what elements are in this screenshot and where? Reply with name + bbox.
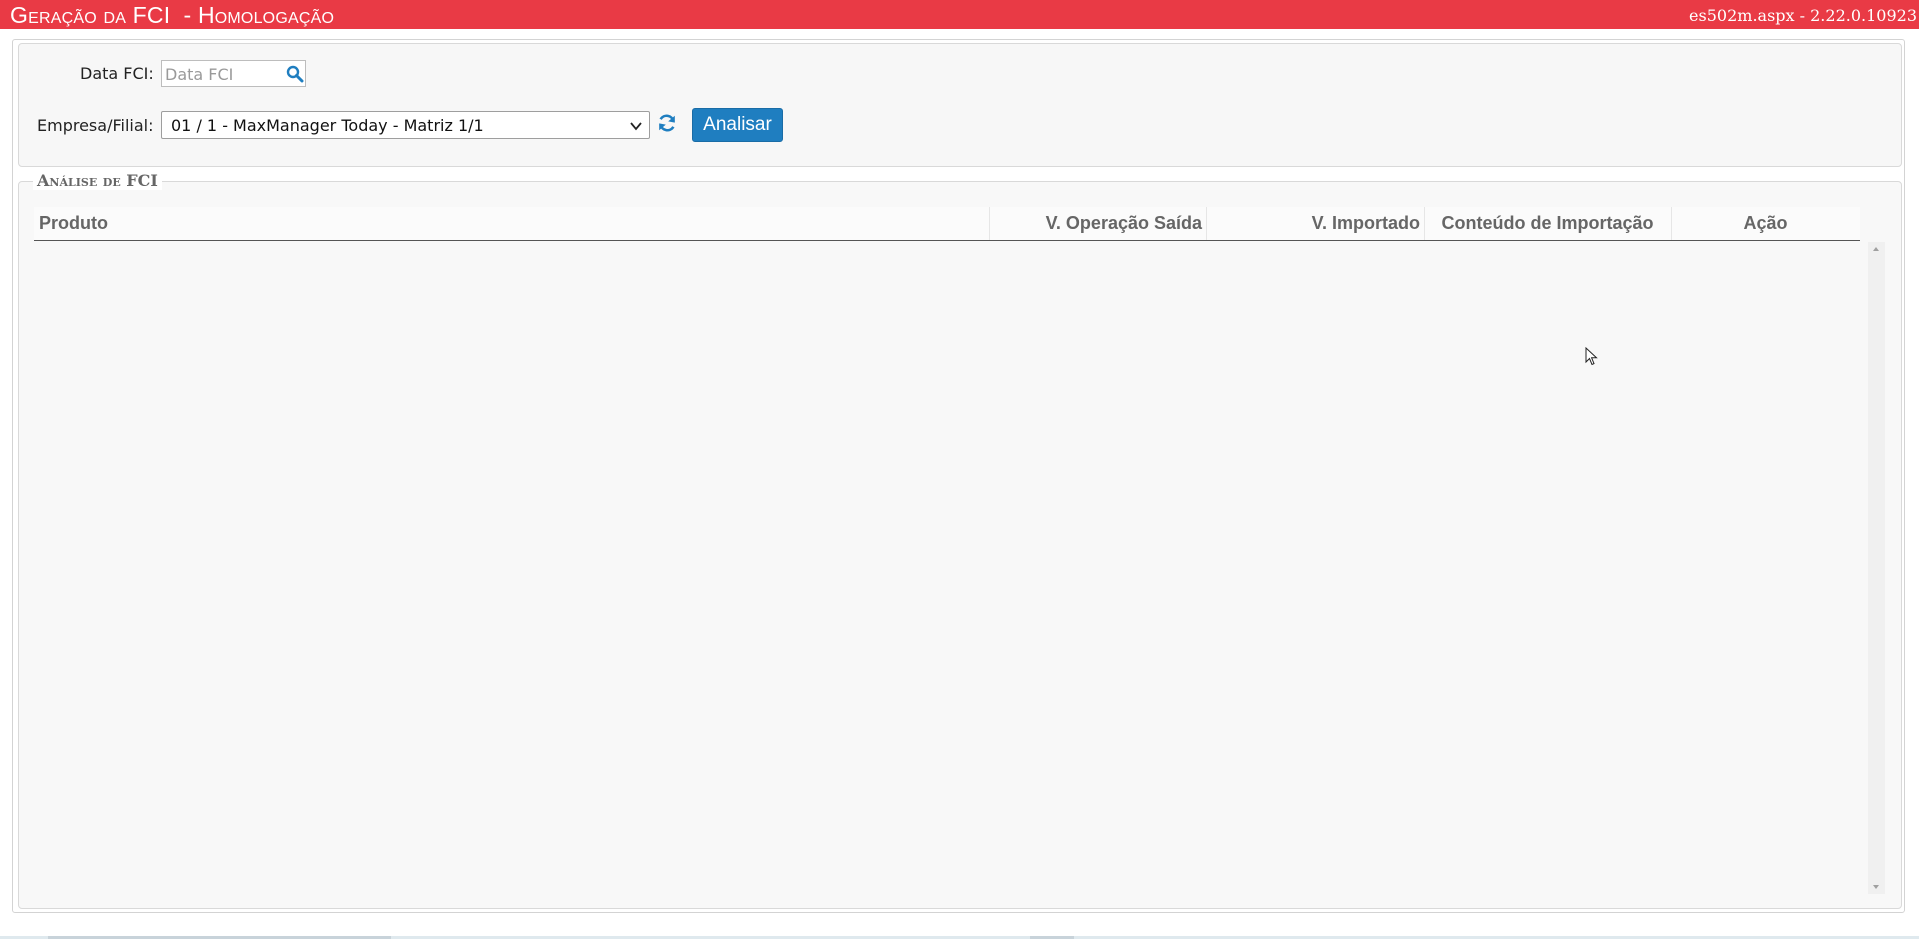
search-icon[interactable] bbox=[286, 65, 304, 83]
mouse-cursor-icon bbox=[1585, 347, 1598, 366]
title-bar: Geração da FCI - Homologação es502m.aspx… bbox=[0, 0, 1919, 29]
column-header-imported-value[interactable]: V. Importado bbox=[1207, 207, 1424, 240]
chevron-down-icon bbox=[630, 122, 642, 131]
company-branch-selected: 01 / 1 - MaxManager Today - Matriz 1/1 bbox=[171, 116, 484, 135]
refresh-icon[interactable] bbox=[657, 113, 677, 133]
date-fci-field[interactable] bbox=[161, 60, 306, 87]
analyze-button[interactable]: Analisar bbox=[692, 108, 783, 142]
column-header-action[interactable]: Ação bbox=[1672, 207, 1859, 240]
analysis-table-header: Produto V. Operação Saída V. Importado C… bbox=[34, 207, 1860, 241]
company-branch-select[interactable]: 01 / 1 - MaxManager Today - Matriz 1/1 bbox=[161, 111, 650, 139]
scroll-down-arrow-icon[interactable] bbox=[1873, 885, 1879, 889]
company-branch-label: Empresa/Filial: bbox=[37, 116, 154, 135]
column-header-import-content[interactable]: Conteúdo de Importação bbox=[1425, 207, 1670, 240]
analysis-legend: Análise de FCI bbox=[33, 171, 162, 190]
date-fci-input[interactable] bbox=[165, 63, 283, 85]
page-version: es502m.aspx - 2.22.0.10923 bbox=[1689, 6, 1917, 25]
column-header-product[interactable]: Produto bbox=[39, 207, 108, 240]
table-scrollbar[interactable] bbox=[1868, 242, 1885, 894]
scroll-up-arrow-icon[interactable] bbox=[1873, 247, 1879, 251]
date-fci-label: Data FCI: bbox=[80, 64, 154, 83]
analysis-fieldset bbox=[18, 181, 1902, 909]
column-header-exit-operation-value[interactable]: V. Operação Saída bbox=[990, 207, 1206, 240]
page-title: Geração da FCI - Homologação bbox=[10, 2, 335, 28]
